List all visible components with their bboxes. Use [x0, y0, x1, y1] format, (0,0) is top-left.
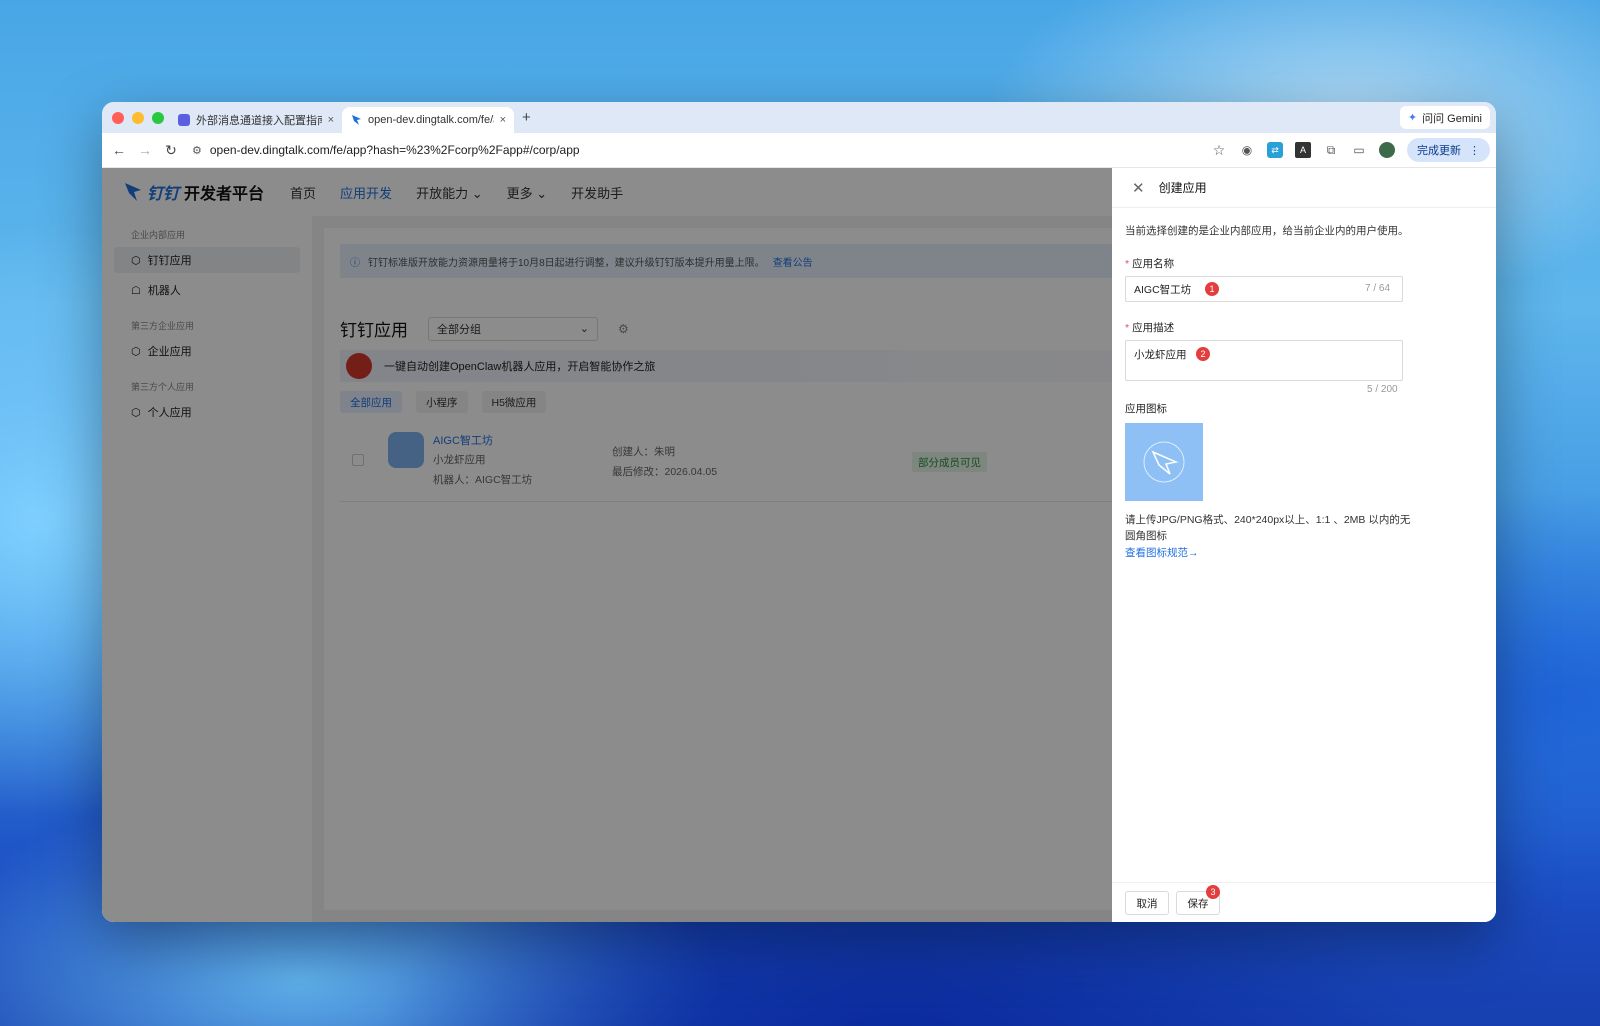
gemini-button[interactable]: ✦ 问问 Gemini — [1399, 106, 1490, 129]
app-desc-label: * 应用描述 — [1125, 322, 1175, 334]
new-tab-button[interactable]: + — [522, 109, 531, 126]
minimize-window-button[interactable] — [132, 111, 144, 124]
tab-dingtalk[interactable]: open-dev.dingtalk.com/fe/app × — [342, 107, 514, 133]
close-window-button[interactable] — [112, 111, 124, 124]
reload-icon[interactable]: ↻ — [158, 142, 184, 159]
app-desc-textarea-value: 小龙虾应用 — [1134, 349, 1187, 361]
camera-icon[interactable]: ◉ — [1239, 142, 1255, 158]
dingtalk-favicon-icon — [352, 115, 361, 125]
url-text: open-dev.dingtalk.com/fe/app?hash=%23%2F… — [209, 143, 580, 157]
tab-title: 外部消息通道接入配置指南 — [196, 115, 322, 127]
app-desc-count: 5 / 200 — [1367, 384, 1398, 395]
app-name-input-value: AIGC智工坊 — [1134, 283, 1192, 296]
update-label: 完成更新 — [1417, 145, 1461, 157]
app-name-label: * 应用名称 — [1125, 258, 1175, 270]
drawer-note: 当前选择创建的是企业内部应用，给当前企业内的用户使用。 — [1125, 225, 1409, 237]
app-desc-textarea[interactable]: 小龙虾应用 — [1125, 340, 1403, 381]
tab-guide[interactable]: 外部消息通道接入配置指南 × — [170, 107, 342, 133]
page-area: 钉钉 开发者平台 首页 应用开发 开放能力 ⌄ 更多 ⌄ 开发助手 企业内部应用… — [102, 168, 1496, 922]
drawer-header: ✕ 创建应用 — [1112, 168, 1496, 208]
app-name-label-text: 应用名称 — [1132, 258, 1175, 270]
more-menu-icon: ⋮ — [1469, 144, 1480, 157]
maximize-window-button[interactable] — [152, 111, 164, 124]
extension-a-icon[interactable]: A — [1295, 142, 1311, 158]
bookmark-star-icon[interactable]: ☆ — [1211, 142, 1227, 158]
gemini-label: 问问 Gemini — [1422, 112, 1482, 125]
tab-close-icon[interactable]: × — [500, 114, 506, 126]
toolbar-extensions: ☆ ◉ ⇄ A ⧉ ▭ 完成更新 ⋮ — [1211, 138, 1496, 162]
gemini-sparkle-icon: ✦ — [1407, 112, 1418, 124]
modal-overlay[interactable] — [102, 168, 1112, 922]
browser-window: 外部消息通道接入配置指南 × open-dev.dingtalk.com/fe/… — [102, 102, 1496, 922]
cast-search-icon[interactable]: ▭ — [1351, 142, 1367, 158]
forward-icon[interactable]: → — [132, 142, 158, 158]
tab-favicon-icon — [178, 114, 190, 126]
address-bar[interactable]: ⚙ open-dev.dingtalk.com/fe/app?hash=%23%… — [192, 137, 1211, 163]
browser-toolbar: ← → ↻ ⚙ open-dev.dingtalk.com/fe/app?has… — [102, 133, 1496, 168]
create-app-drawer: ✕ 创建应用 当前选择创建的是企业内部应用，给当前企业内的用户使用。 * 应用名称… — [1112, 168, 1496, 922]
icon-hint: 请上传JPG/PNG格式、240*240px以上、1:1 、2MB 以内的无圆角… — [1125, 514, 1411, 542]
window-controls — [102, 111, 170, 124]
step-badge-3: 3 — [1206, 885, 1220, 899]
tab-bar: 外部消息通道接入配置指南 × open-dev.dingtalk.com/fe/… — [102, 102, 1496, 133]
update-button[interactable]: 完成更新 ⋮ — [1407, 138, 1490, 162]
drawer-title: 创建应用 — [1158, 181, 1207, 195]
extension-translate-icon[interactable]: ⇄ — [1267, 142, 1283, 158]
drawer-footer: 取消 保存 3 — [1112, 882, 1496, 922]
back-icon[interactable]: ← — [106, 142, 132, 158]
app-desc-label-text: 应用描述 — [1132, 322, 1175, 334]
step-badge-2: 2 — [1196, 347, 1210, 361]
profile-avatar[interactable] — [1379, 142, 1395, 158]
icon-upload[interactable] — [1125, 423, 1203, 501]
close-icon[interactable]: ✕ — [1132, 179, 1145, 197]
tab-title: open-dev.dingtalk.com/fe/app — [368, 114, 494, 126]
icon-guide-link[interactable]: 查看图标规范→ — [1125, 545, 1199, 560]
app-name-input[interactable]: AIGC智工坊 — [1125, 276, 1403, 302]
dingtalk-placeholder-icon — [1143, 441, 1185, 483]
site-settings-icon[interactable]: ⚙ — [192, 144, 202, 157]
extensions-puzzle-icon[interactable]: ⧉ — [1323, 142, 1339, 158]
cancel-button[interactable]: 取消 — [1125, 891, 1169, 915]
tab-close-icon[interactable]: × — [328, 114, 334, 126]
step-badge-1: 1 — [1205, 282, 1219, 296]
app-icon-label: 应用图标 — [1125, 403, 1167, 415]
app-name-count: 7 / 64 — [1365, 283, 1391, 294]
